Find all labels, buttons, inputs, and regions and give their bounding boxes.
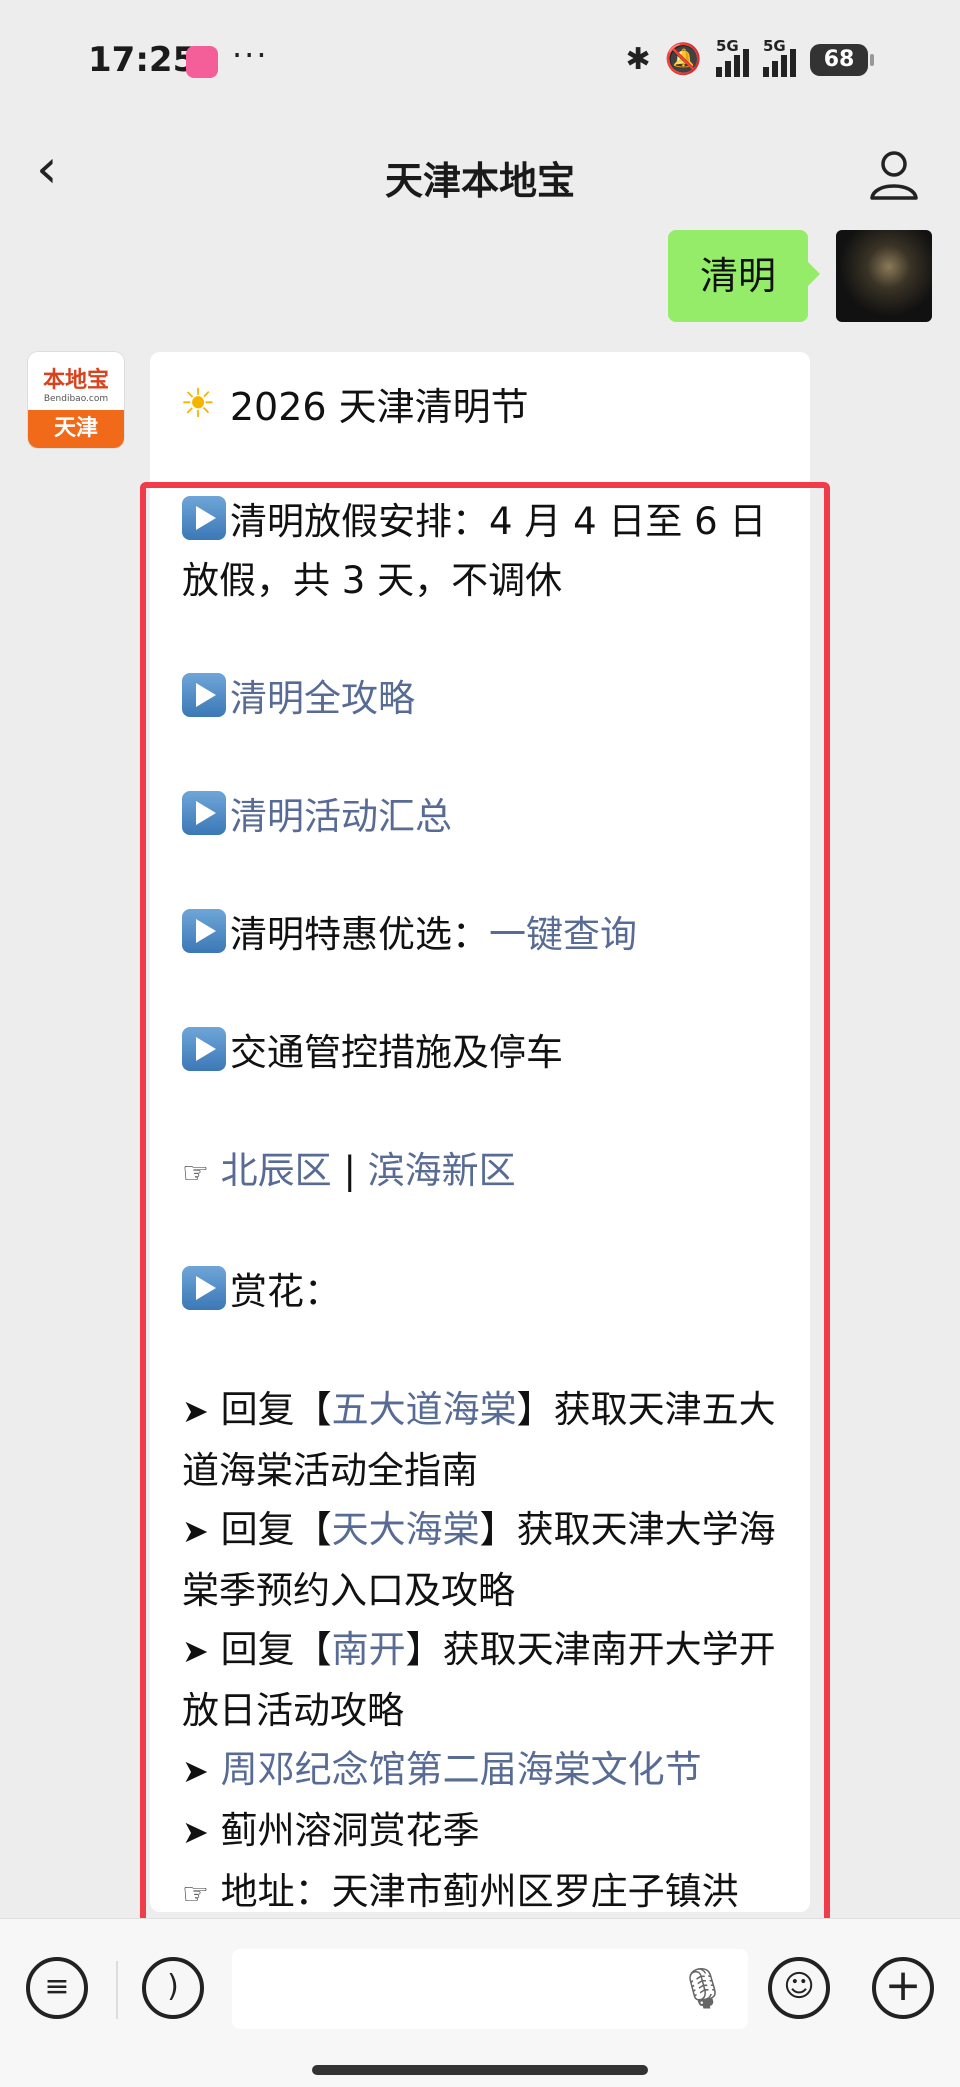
reply-line: ➤ 回复【天大海棠】获取天津大学海棠季预约入口及攻略 [182,1508,776,1612]
deals-link[interactable]: 一键查询 [489,913,637,956]
arrow-icon: ➤ [182,1752,209,1790]
play-icon [182,1266,226,1310]
reply-link-nankai[interactable]: 南开 [332,1628,406,1671]
message-heading-text: 2026 天津清明节 [229,385,529,429]
outgoing-message-bubble[interactable]: 清明 [667,230,821,322]
play-icon [182,1027,226,1071]
pointing-hand-icon: ☞ [182,1877,209,1912]
voice-icon[interactable]: ) [142,1957,204,2019]
notification-app-icon [186,46,218,78]
reply-link-tianda[interactable]: 天大海棠 [332,1508,480,1551]
holiday-line: 清明放假安排：4 月 4 日至 6 日放假，共 3 天，不调休 [182,492,790,610]
address-line: ☞ 地址：天津市蓟州区罗庄子镇洪 [182,1870,739,1912]
menu-list-icon[interactable]: ≡ [26,1957,88,2019]
more-notifications-icon: ··· [232,36,269,74]
plus-icon[interactable]: + [872,1957,934,2019]
status-bar: 17:25 ··· ✱ 🔕 5G 5G 68 [0,0,960,120]
activities-link[interactable]: 清明活动汇总 [230,795,452,838]
guide-link[interactable]: 清明全攻略 [230,677,415,720]
outgoing-message-text: 清明 [699,254,776,298]
activities-line: 清明活动汇总 [182,787,790,846]
arrow-icon: ➤ [182,1632,209,1670]
flowers-line: 赏花： [182,1262,790,1321]
bendibao-avatar[interactable]: 本地宝 Bendibao.com 天津 [28,352,124,448]
play-icon [182,496,226,540]
sun-icon: ☀ [180,380,216,427]
arrow-icon: ➤ [182,1392,209,1430]
signal-icon: 5G [763,37,796,77]
signal-icon: 5G [716,37,749,77]
cave-line: ➤ 蓟州溶洞赏花季 [182,1809,480,1852]
incoming-message-bubble: ☀ 2026 天津清明节 清明放假安排：4 月 4 日至 6 日放假，共 3 天… [150,352,810,1912]
person-icon[interactable] [866,146,922,202]
play-icon [182,909,226,953]
traffic-line: 交通管控措施及停车 [182,1023,790,1082]
status-icons: ✱ 🔕 5G 5G 68 [625,37,874,77]
reply-link-wudadao[interactable]: 五大道海棠 [332,1388,517,1431]
bluetooth-icon: ✱ [625,42,651,77]
message-heading: ☀ 2026 天津清明节 [180,376,529,431]
play-icon [182,791,226,835]
festival-line: ➤ 周邓纪念馆第二届海棠文化节 [182,1740,790,1801]
avatar-logo-url: Bendibao.com [43,394,109,404]
reply-line: ➤ 回复【五大道海棠】获取天津五大道海棠活动全指南 [182,1388,776,1492]
battery-icon: 68 [810,43,874,76]
chat-header: ‹ 天津本地宝 [0,120,960,230]
message-body: 清明放假安排：4 月 4 日至 6 日放假，共 3 天，不调休 清明全攻略 清明… [182,492,790,1912]
message-input[interactable]: 🎙 [232,1949,748,2029]
arrow-icon: ➤ [182,1813,209,1851]
district-link-binhai[interactable]: 滨海新区 [368,1149,516,1192]
arrow-icon: ➤ [182,1512,209,1550]
reply-line: ➤ 回复【南开】获取天津南开大学开放日活动攻略 [182,1628,776,1732]
avatar-city-label: 天津 [28,410,124,448]
input-bar: ≡ ) 🎙 ☺ + [0,1918,960,2087]
divider [116,1961,118,2019]
avatar-logo-text: 本地宝 [42,368,109,393]
mute-bell-icon: 🔕 [664,42,702,77]
district-link-beichen[interactable]: 北辰区 [221,1149,332,1192]
status-time: 17:25 [88,40,197,80]
play-icon [182,673,226,717]
microphone-icon[interactable]: 🎙 [677,1965,728,2012]
district-line: ☞ 北辰区 | 滨海新区 [182,1141,790,1203]
festival-link[interactable]: 周邓纪念馆第二届海棠文化节 [221,1748,702,1791]
district-separator: | [343,1149,356,1192]
home-indicator [312,2065,648,2075]
guide-line: 清明全攻略 [182,669,790,728]
emoji-icon[interactable]: ☺ [768,1957,830,2019]
chat-title: 天津本地宝 [384,159,575,203]
deals-line: 清明特惠优选：一键查询 [182,905,790,964]
my-avatar[interactable] [836,230,932,322]
pointing-hand-icon: ☞ [182,1156,209,1191]
